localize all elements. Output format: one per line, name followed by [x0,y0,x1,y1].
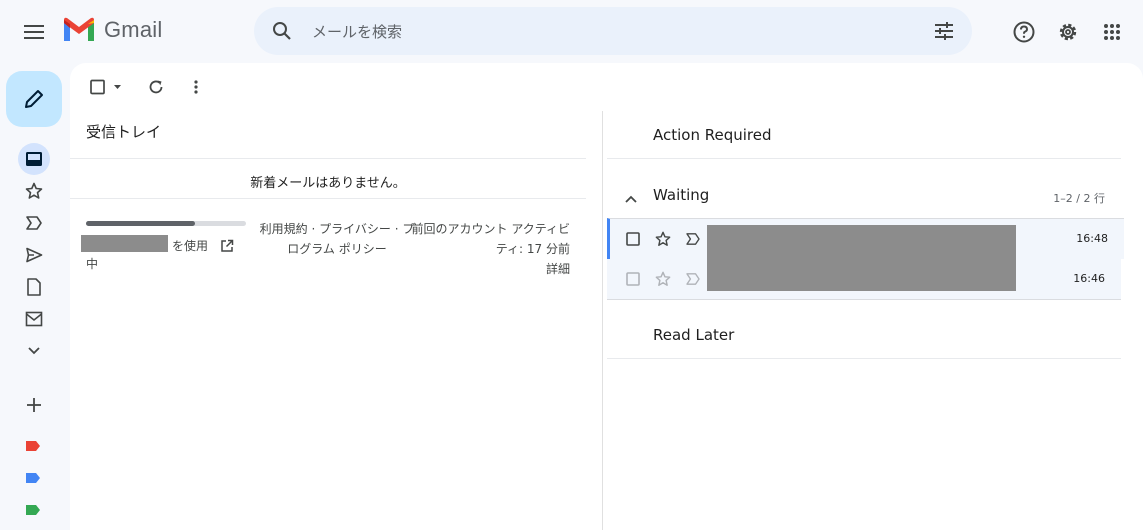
chevron-down-icon [28,347,40,355]
star-icon[interactable] [653,269,673,289]
label-red-icon[interactable] [25,437,41,451]
open-storage-link-icon[interactable] [220,239,234,256]
storage-usage-suffix: を使用 [172,239,209,253]
nav-starred[interactable] [18,175,50,207]
terms-links[interactable]: 利用規約 · プライバシー · プ ログラム ポリシー [252,219,422,259]
inbox-icon [26,152,42,166]
redacted-email-content [707,225,1016,291]
important-icon[interactable] [683,229,703,249]
terms-line-1[interactable]: 利用規約 · プライバシー · プ [252,219,422,239]
all-mail-icon [25,311,43,327]
search-input[interactable] [310,17,874,47]
row-checkbox[interactable] [623,229,643,249]
account-activity: 前回のアカウント アクティビ ティ: 17 分前 詳細 [405,219,571,279]
important-icon [26,216,42,230]
section-action-required-title[interactable]: Action Required [653,126,772,144]
collapse-section-icon[interactable] [625,188,637,207]
divider [607,358,1121,359]
nav-all-mail[interactable] [18,303,50,335]
main-menu-icon[interactable] [18,16,50,48]
nav-more[interactable] [18,335,50,367]
row-checkbox[interactable] [623,269,643,289]
apps-grid-icon[interactable] [1096,16,1128,48]
main-panel: 受信トレイ 新着メールはありません。 を使用 中 利用規約 · プライバシー ·… [70,63,1143,530]
nav-inbox[interactable] [18,143,50,175]
star-icon [25,182,43,199]
inbox-title: 受信トレイ [86,123,162,141]
nav-important[interactable] [18,207,50,239]
email-time: 16:48 [1076,232,1108,245]
refresh-icon[interactable] [142,73,170,101]
activity-details-link[interactable]: 詳細 [405,259,570,279]
top-bar: Gmail [0,0,1143,64]
nav-drafts[interactable] [18,271,50,303]
terms-line-2[interactable]: ログラム ポリシー [252,239,422,259]
gmail-logo[interactable]: Gmail [62,17,162,43]
create-label-button[interactable] [18,389,50,421]
redacted-storage-amount [81,235,168,252]
empty-inbox-message: 新着メールはありません。 [250,176,406,191]
draft-file-icon [27,278,41,296]
important-icon[interactable] [683,269,703,289]
storage-usage-bar [86,221,246,226]
toolbar [70,63,670,111]
pencil-icon [25,90,43,108]
storage-usage-suffix-2: 中 [86,257,99,271]
label-green-icon[interactable] [25,501,41,515]
gmail-m-icon [64,17,94,41]
email-time: 16:46 [1073,272,1105,285]
activity-line-2: ティ: 17 分前 [495,242,570,256]
pane-divider[interactable] [602,111,603,530]
search-icon[interactable] [268,17,296,45]
divider [70,198,586,199]
app-name: Gmail [104,17,163,42]
plus-icon [27,398,41,412]
help-icon[interactable] [1008,16,1040,48]
search-bar [254,7,972,55]
divider [70,158,586,159]
search-options-icon[interactable] [930,17,958,45]
compose-button[interactable] [6,71,62,127]
waiting-count: 1–2 / 2 行 [1053,192,1105,205]
storage-usage-fill [86,221,195,226]
star-icon[interactable] [653,229,673,249]
label-blue-icon[interactable] [25,469,41,483]
more-options-icon[interactable] [182,73,210,101]
select-all-checkbox[interactable] [86,73,126,101]
divider [607,158,1121,159]
activity-line-1: 前回のアカウント アクティビ [411,222,571,236]
nav-sent[interactable] [18,239,50,271]
section-waiting-title[interactable]: Waiting [653,186,709,204]
section-read-later-title[interactable]: Read Later [653,326,734,344]
settings-gear-icon[interactable] [1052,16,1084,48]
send-icon [26,247,43,263]
